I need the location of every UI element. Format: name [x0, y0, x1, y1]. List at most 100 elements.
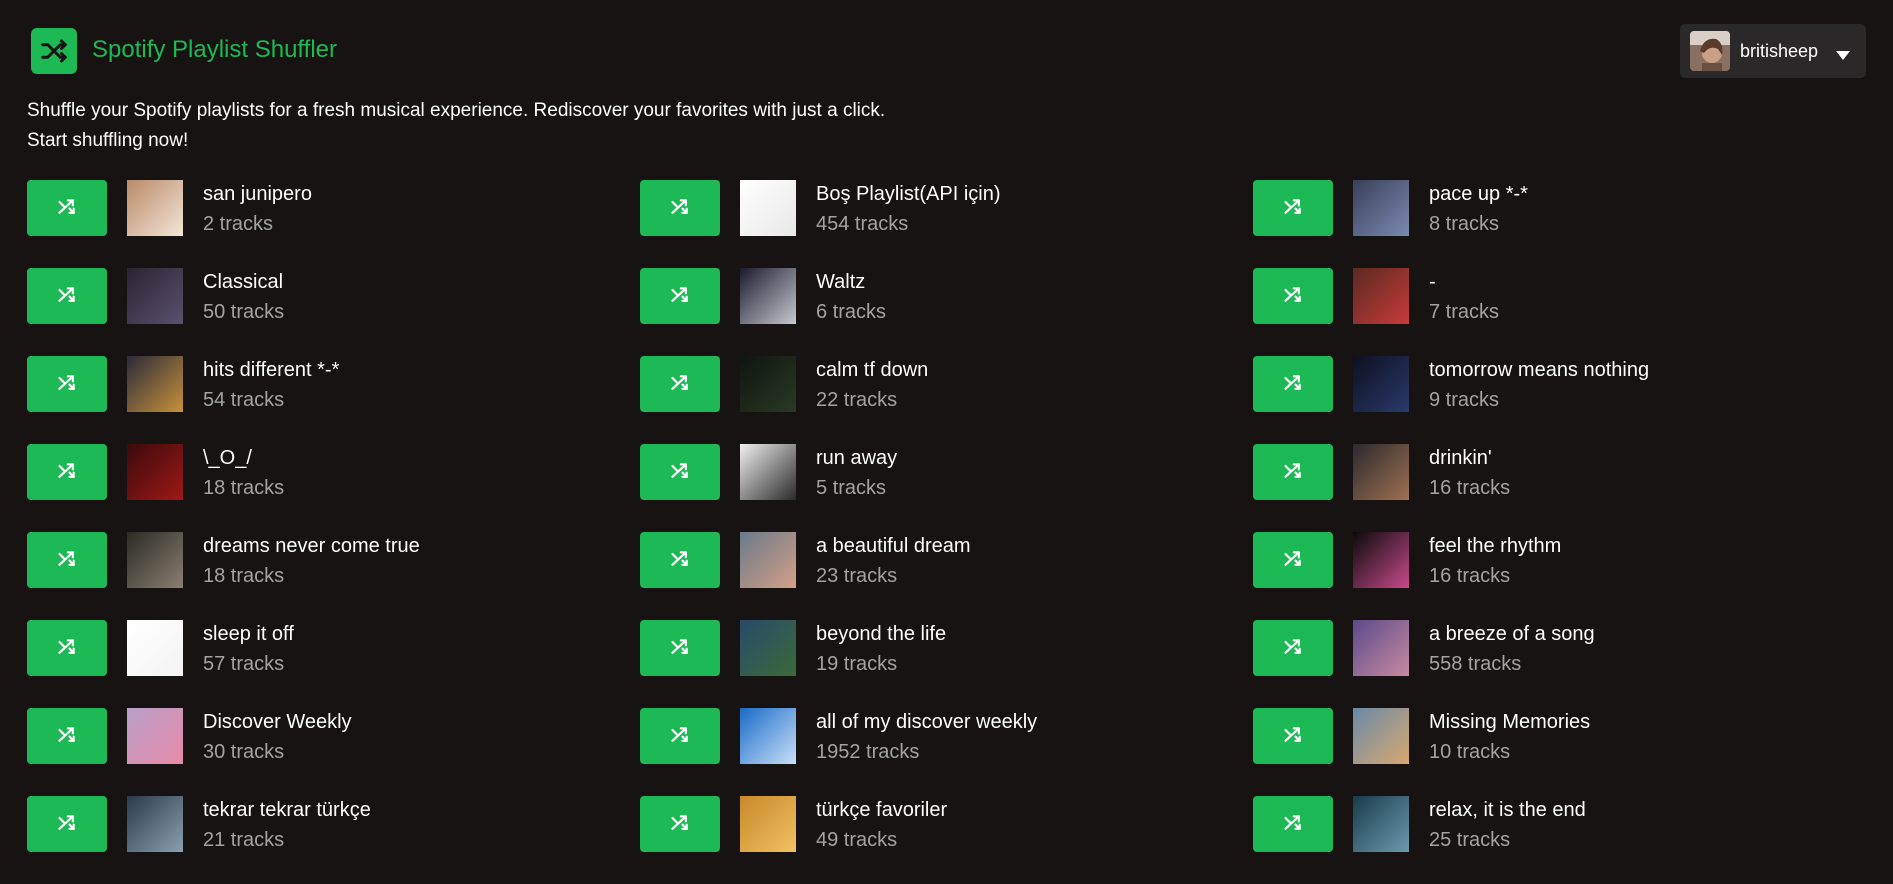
shuffle-icon [670, 813, 690, 836]
shuffle-icon [57, 549, 77, 572]
shuffle-button[interactable] [640, 796, 720, 852]
shuffle-button[interactable] [640, 620, 720, 676]
shuffle-icon [670, 373, 690, 396]
playlist-track-count: 8 tracks [1429, 213, 1500, 235]
playlist-track-count: 5 tracks [816, 477, 887, 499]
playlist-name: hits different *-* [203, 359, 340, 381]
playlist-cover [127, 444, 183, 500]
playlist-item: - 7 tracks [1253, 268, 1866, 356]
playlist-item: a beautiful dream 23 tracks [640, 532, 1253, 620]
shuffle-icon [57, 461, 77, 484]
playlist-item: \_O_/ 18 tracks [27, 444, 640, 532]
playlist-name: calm tf down [816, 359, 929, 381]
playlist-item: san junipero 2 tracks [27, 180, 640, 268]
playlist-name: dreams never come true [203, 535, 420, 557]
playlist-track-count: 19 tracks [816, 653, 898, 675]
playlist-name: tomorrow means nothing [1429, 359, 1650, 381]
shuffle-button[interactable] [1253, 180, 1333, 236]
playlist-track-count: 21 tracks [203, 829, 285, 851]
playlist-name: tekrar tekrar türkçe [203, 799, 371, 821]
shuffle-button[interactable] [1253, 620, 1333, 676]
playlist-track-count: 23 tracks [816, 565, 898, 587]
shuffle-icon [57, 637, 77, 660]
shuffle-button[interactable] [1253, 796, 1333, 852]
shuffle-icon [57, 725, 77, 748]
playlist-name: Discover Weekly [203, 711, 352, 733]
playlist-item: pace up *-* 8 tracks [1253, 180, 1866, 268]
shuffle-button[interactable] [1253, 708, 1333, 764]
playlist-cover [1353, 356, 1409, 412]
shuffle-icon [1283, 549, 1303, 572]
playlist-cover [127, 356, 183, 412]
shuffle-icon [57, 813, 77, 836]
playlist-track-count: 25 tracks [1429, 829, 1511, 851]
playlist-name: türkçe favoriler [816, 799, 948, 821]
playlist-track-count: 9 tracks [1429, 389, 1500, 411]
playlist-item: drinkin' 16 tracks [1253, 444, 1866, 532]
playlist-cover [740, 620, 796, 676]
playlist-name: Missing Memories [1429, 711, 1591, 733]
playlist-item: relax, it is the end 25 tracks [1253, 796, 1866, 884]
playlist-name: beyond the life [816, 623, 947, 645]
shuffle-button[interactable] [640, 180, 720, 236]
shuffle-button[interactable] [1253, 532, 1333, 588]
shuffle-button[interactable] [1253, 444, 1333, 500]
playlist-item: türkçe favoriler 49 tracks [640, 796, 1253, 884]
shuffle-button[interactable] [27, 796, 107, 852]
shuffle-icon [1283, 461, 1303, 484]
avatar [1690, 31, 1730, 71]
shuffle-button[interactable] [27, 356, 107, 412]
shuffle-button[interactable] [640, 708, 720, 764]
playlist-item: Boş Playlist(API için) 454 tracks [640, 180, 1253, 268]
shuffle-button[interactable] [27, 444, 107, 500]
shuffle-button[interactable] [27, 708, 107, 764]
shuffle-button[interactable] [640, 532, 720, 588]
playlist-item: Discover Weekly 30 tracks [27, 708, 640, 796]
shuffle-button[interactable] [27, 180, 107, 236]
shuffle-icon [670, 461, 690, 484]
playlist-item: sleep it off 57 tracks [27, 620, 640, 708]
playlist-name: a beautiful dream [816, 535, 971, 557]
shuffle-button[interactable] [640, 444, 720, 500]
shuffle-icon [57, 285, 77, 308]
playlist-cover [127, 268, 183, 324]
shuffle-button[interactable] [1253, 268, 1333, 324]
shuffle-icon [57, 197, 77, 220]
playlist-item: tekrar tekrar türkçe 21 tracks [27, 796, 640, 884]
playlist-track-count: 16 tracks [1429, 477, 1511, 499]
playlist-track-count: 22 tracks [816, 389, 898, 411]
playlist-cover [127, 532, 183, 588]
playlist-cover [127, 620, 183, 676]
playlist-track-count: 7 tracks [1429, 301, 1500, 323]
shuffle-icon [1283, 373, 1303, 396]
shuffle-button[interactable] [640, 268, 720, 324]
playlist-item: Classical 50 tracks [27, 268, 640, 356]
shuffle-button[interactable] [27, 268, 107, 324]
shuffle-button[interactable] [27, 620, 107, 676]
playlist-item: dreams never come true 18 tracks [27, 532, 640, 620]
playlist-name: - [1429, 271, 1436, 293]
shuffle-button[interactable] [640, 356, 720, 412]
playlist-item: feel the rhythm 16 tracks [1253, 532, 1866, 620]
playlist-name: Classical [203, 271, 284, 293]
shuffle-icon [1283, 197, 1303, 220]
playlist-item: all of my discover weekly 1952 tracks [640, 708, 1253, 796]
caret-down-icon [1836, 47, 1850, 65]
playlist-name: all of my discover weekly [816, 711, 1038, 733]
user-menu-button[interactable]: britisheep [1680, 24, 1866, 78]
playlist-track-count: 50 tracks [203, 301, 285, 323]
playlist-name: a breeze of a song [1429, 623, 1595, 645]
playlist-name: feel the rhythm [1429, 535, 1562, 557]
playlist-cover [740, 532, 796, 588]
shuffle-icon [57, 373, 77, 396]
playlist-name: Boş Playlist(API için) [816, 183, 1001, 205]
playlist-track-count: 57 tracks [203, 653, 285, 675]
shuffle-icon [1283, 285, 1303, 308]
playlist-track-count: 6 tracks [816, 301, 887, 323]
shuffle-icon [670, 285, 690, 308]
playlist-track-count: 54 tracks [203, 389, 285, 411]
playlist-track-count: 30 tracks [203, 741, 285, 763]
shuffle-button[interactable] [27, 532, 107, 588]
shuffle-icon [670, 197, 690, 220]
shuffle-button[interactable] [1253, 356, 1333, 412]
